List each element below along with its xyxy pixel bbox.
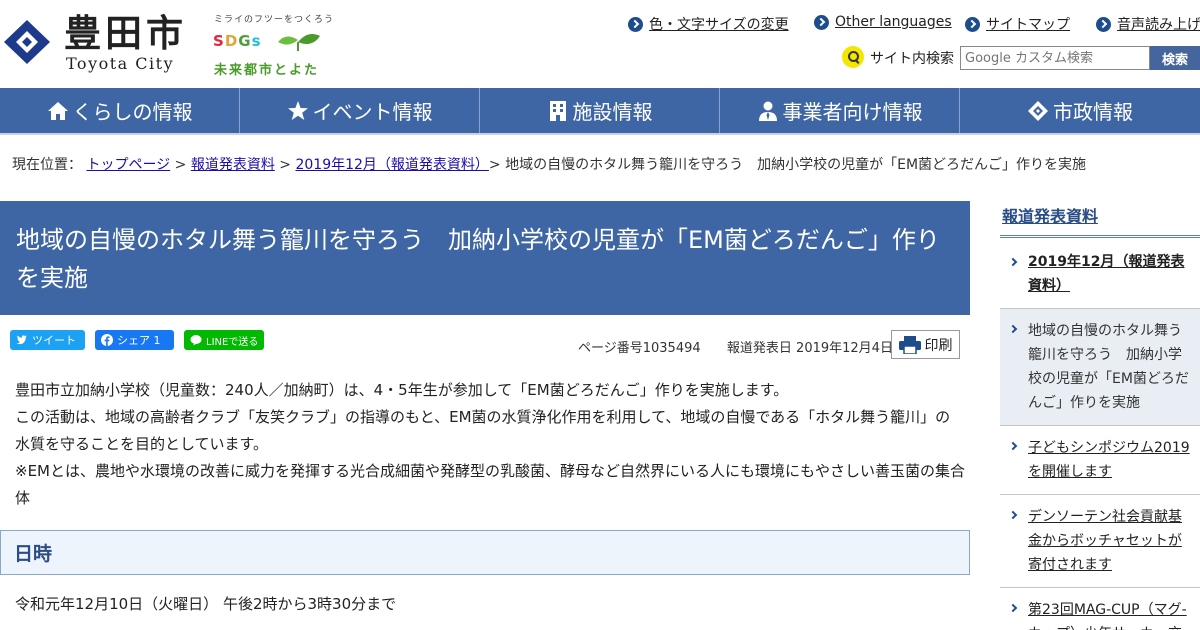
util-link-color-text-size[interactable]: 色・文字サイズの変更 [628,14,789,34]
section-title-datetime: 日時 [14,543,53,565]
tweet-button[interactable]: ツイート [10,330,85,350]
printer-icon [898,335,921,354]
global-navigation: くらしの情報 イベント情報 施設情報 事業者向け情報 市政情報 [0,88,1200,135]
chevron-right-icon [1008,324,1018,334]
twitter-bird-icon [16,335,27,345]
sidebar-item-label[interactable]: 子どもシンポジウム2019を開催します [1028,440,1190,480]
line-share-label: LINEで送る [206,336,259,348]
gnav-item-events[interactable]: イベント情報 [240,88,480,133]
gnav-label: 施設情報 [572,100,653,124]
body-paragraph: 豊田市立加納小学校（児童数：240人／加納町）は、4・5年生が参加して「EM菌ど… [15,381,789,399]
sidebar-item-label: 地域の自慢のホタル舞う籠川を守ろう 加納小学校の児童が「EM菌どろだんご」作りを… [1028,323,1189,411]
print-label: 印刷 [924,336,953,353]
title-band: 地域の自慢のホタル舞う籠川を守ろう 加納小学校の児童が「EM菌どろだんご」作りを… [0,201,970,315]
sidebar-item-label[interactable]: 2019年12月（報道発表資料） [1028,254,1184,294]
sidebar-item-current[interactable]: 地域の自慢のホタル舞う籠川を守ろう 加納小学校の児童が「EM菌どろだんご」作りを… [1000,309,1200,426]
sdgs-logo: SDGs [213,32,262,50]
breadcrumb-link-2019-12[interactable]: 2019年12月（報道発表資料） [295,157,488,173]
city-emblem-icon [1028,100,1048,121]
release-date: 報道発表日 2019年12月4日 [726,341,893,356]
page-title: 地域の自慢のホタル舞う籠川を守ろう 加納小学校の児童が「EM菌どろだんご」作りを… [16,226,940,292]
breadcrumb-prefix: 現在位置： [12,157,82,173]
gnav-item-city-admin[interactable]: 市政情報 [960,88,1200,133]
site-logo-english[interactable]: Toyota City [66,54,174,73]
breadcrumb-separator: > [488,157,501,173]
chevron-right-icon [1008,510,1018,520]
gnav-item-living[interactable]: くらしの情報 [0,88,240,133]
person-icon [758,101,777,121]
breadcrumb-link-press-releases[interactable]: 報道発表資料 [191,157,275,173]
facebook-share-label: シェア 1 [117,334,161,347]
sidebar: 報道発表資料 2019年12月（報道発表資料） 地域の自慢のホタル舞う籠川を守ろ… [1000,201,1200,630]
sidebar-item-denso-ten[interactable]: デンソーテン社会貢献基金からボッチャセットが寄付されます [1000,495,1200,588]
util-link-label[interactable]: Other languages [835,14,952,30]
util-link-label[interactable]: 音声読み上げ [1117,14,1200,34]
article-body: 豊田市立加納小学校（児童数：240人／加納町）は、4・5年生が参加して「EM菌ど… [15,377,965,512]
page-meta: ページ番号1035494 報道発表日 2019年12月4日 [578,337,893,356]
home-icon [47,101,68,120]
gnav-label: くらしの情報 [72,100,193,124]
breadcrumb: 現在位置： トップページ > 報道発表資料 > 2019年12月（報道発表資料）… [12,154,1086,174]
gnav-label: イベント情報 [312,100,433,124]
event-datetime: 令和元年12月10日（火曜日） 午後2時から3時30分まで [15,595,397,613]
star-icon [287,100,308,120]
chevron-right-icon [1008,603,1018,613]
sidebar-heading-link[interactable]: 報道発表資料 [1000,201,1200,238]
sidebar-item-symposium[interactable]: 子どもシンポジウム2019を開催します [1000,426,1200,495]
line-share-button[interactable]: LINEで送る [184,330,264,350]
search-button[interactable]: 検索 [1150,46,1200,70]
section-heading-box: 日時 [0,530,970,575]
util-link-sitemap[interactable]: サイトマップ [965,14,1070,34]
breadcrumb-separator: > [174,157,187,173]
site-header: 豊田市 Toyota City ミライのフツーをつくろう SDGs 未来都市とよ… [0,0,1200,88]
facebook-share-button[interactable]: シェア 1 [95,330,174,350]
line-icon [190,335,202,346]
breadcrumb-separator: > [279,157,292,173]
arrow-right-icon [1096,16,1111,32]
util-link-read-aloud[interactable]: 音声読み上げ [1096,14,1200,34]
building-icon [549,100,566,121]
gnav-item-facilities[interactable]: 施設情報 [480,88,720,133]
body-paragraph: ※EMとは、農地や水環境の改善に威力を発揮する光合成細菌や発酵型の乳酸菌、酵母な… [15,462,965,507]
search-input[interactable] [960,46,1150,70]
breadcrumb-link-top[interactable]: トップページ [86,157,170,173]
util-link-label[interactable]: 色・文字サイズの変更 [649,14,789,34]
body-paragraph: この活動は、地域の高齢者クラブ「友笑クラブ」の指導のもと、EM菌の水質浄化作用を… [15,408,951,453]
sidebar-item-label[interactable]: 第23回MAG-CUP（マグ-カップ）少年サッカー交 [1028,602,1187,630]
arrow-right-icon [814,14,829,30]
arrow-right-icon [628,16,643,32]
gnav-item-business[interactable]: 事業者向け情報 [720,88,960,133]
sidebar-item-label[interactable]: デンソーテン社会貢献基金からボッチャセットが寄付されます [1028,509,1182,573]
search-icon [842,46,864,68]
sidebar-item-2019-12[interactable]: 2019年12月（報道発表資料） [1000,238,1200,309]
chevron-right-icon [1008,441,1018,451]
util-link-label[interactable]: サイトマップ [986,14,1070,34]
gnav-label: 市政情報 [1053,100,1133,124]
util-link-other-languages[interactable]: Other languages [814,14,952,30]
facebook-icon [101,334,113,346]
gnav-label: 事業者向け情報 [782,100,923,124]
page-number: ページ番号1035494 [578,341,701,356]
sdgs-subtitle: 未来都市とよた [214,63,320,78]
utility-links: 色・文字サイズの変更 Other languages サイトマップ 音声読み上げ [0,14,1200,34]
print-button[interactable]: 印刷 [891,330,960,359]
sidebar-item-mag-cup[interactable]: 第23回MAG-CUP（マグ-カップ）少年サッカー交 [1000,588,1200,630]
arrow-right-icon [965,16,980,32]
site-search-label: サイト内検索 [870,51,954,67]
breadcrumb-current: 地域の自慢のホタル舞う籠川を守ろう 加納小学校の児童が「EM菌どろだんご」作りを… [505,157,1087,173]
chevron-right-icon [1008,257,1018,267]
tweet-label: ツイート [32,334,76,347]
